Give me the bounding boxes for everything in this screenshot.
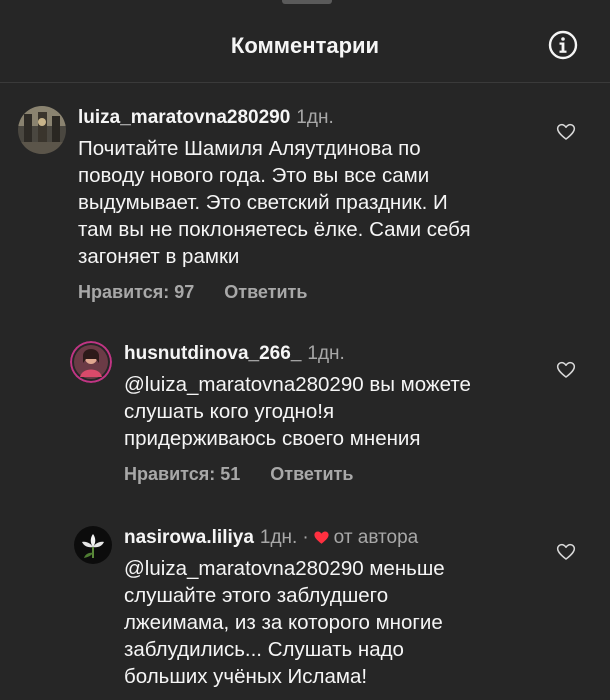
- comments-sheet: Комментарии luiza_maratovna280290 1дн. П…: [0, 0, 610, 700]
- avatar-image: [70, 341, 112, 383]
- comment-text: @luiza_maratovna280290 вы можете слушать…: [124, 373, 471, 450]
- comment-header: nasirowa.liliya 1дн. · от автора: [124, 527, 418, 549]
- likes-count[interactable]: Нравится: 51: [124, 464, 240, 484]
- avatar[interactable]: [18, 106, 66, 154]
- liked-by-author-label: от автора: [333, 527, 419, 548]
- comment-time: 1дн.: [259, 527, 298, 548]
- comment-username[interactable]: nasirowa.liliya: [124, 527, 254, 548]
- comment-username[interactable]: luiza_maratovna280290: [78, 107, 290, 128]
- heart-icon[interactable]: [556, 122, 576, 142]
- reply-button[interactable]: Ответить: [224, 282, 307, 302]
- avatar[interactable]: [70, 341, 112, 383]
- comment-text: Почитайте Шамиля Аляутдинова по поводу н…: [78, 137, 471, 268]
- comment-actions: Нравится: 97 Ответить: [78, 282, 307, 303]
- heart-icon[interactable]: [556, 360, 576, 380]
- comment-header: husnutdinova_266_ 1дн.: [124, 343, 345, 365]
- avatar-image: [74, 526, 112, 564]
- comment-text: @luiza_maratovna280290 меньше слушайте э…: [124, 557, 445, 688]
- comments-header: Комментарии: [0, 0, 610, 83]
- comment-time: 1дн.: [307, 343, 345, 364]
- separator-dot: ·: [302, 527, 309, 548]
- author-heart-icon: [314, 531, 329, 544]
- likes-count[interactable]: Нравится: 97: [78, 282, 194, 302]
- heart-icon[interactable]: [556, 542, 576, 562]
- reply-button[interactable]: Ответить: [270, 464, 353, 484]
- comment-actions: Нравится: 51 Ответить: [124, 464, 353, 485]
- comment-header: luiza_maratovna280290 1дн.: [78, 107, 334, 129]
- info-icon[interactable]: [548, 30, 578, 60]
- comment-username[interactable]: husnutdinova_266_: [124, 343, 301, 364]
- avatar[interactable]: [74, 526, 112, 564]
- page-title: Комментарии: [230, 33, 380, 58]
- avatar-image: [18, 106, 66, 154]
- comment-time: 1дн.: [296, 107, 334, 128]
